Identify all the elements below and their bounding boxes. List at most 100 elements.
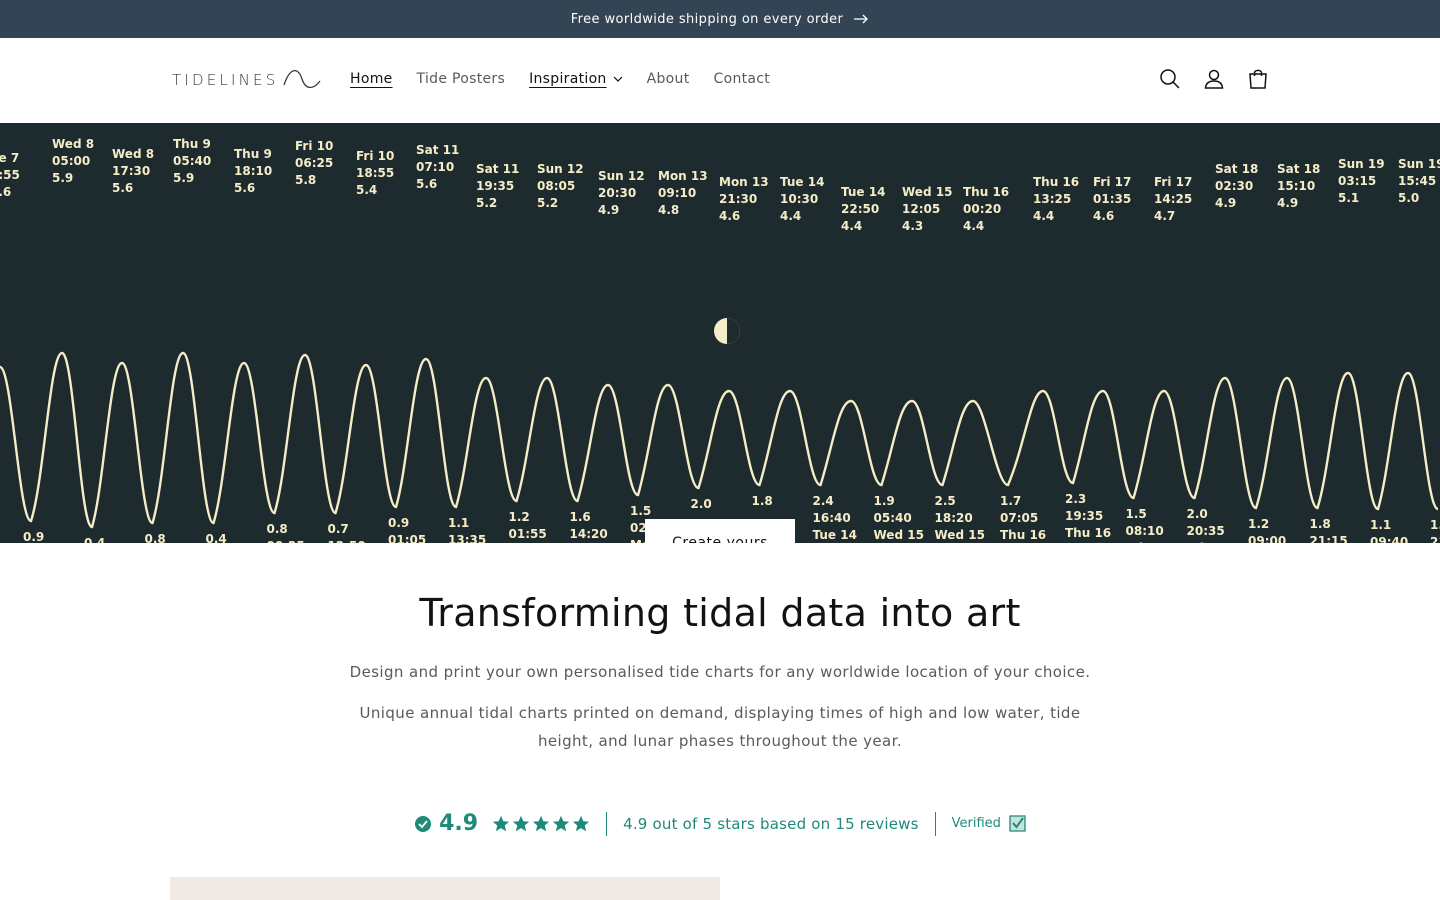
nav-home[interactable]: Home [350,71,393,87]
chevron-down-icon [613,76,623,82]
nav-about[interactable]: About [647,71,690,87]
cart-button[interactable] [1246,67,1270,91]
nav-contact[interactable]: Contact [714,71,771,87]
high-tide-height-label: 5.0 [1398,191,1419,205]
high-tide-height-label: 4.9 [598,203,619,217]
verified-badge-icon [1009,815,1026,832]
star-icon [572,815,590,831]
high-tide-time-label: 09:10 [658,186,696,200]
intro-paragraph-2: Unique annual tidal charts printed on de… [359,704,1081,750]
high-tide-height-label: 5.8 [295,173,316,187]
create-yours-button[interactable]: Create yours [645,519,795,543]
tide-chart: ue 7 5:55 5.6 Wed 8 05:00 5.9 Wed 8 17:30 5.6 Thu… [0,123,1440,543]
wave-logo-icon [283,70,321,89]
low-tide-height-label: 0.9 [23,530,44,543]
high-tide-height-label: 5.9 [173,171,194,185]
low-tide-time-label: 05:40 [874,511,912,525]
high-tide-height-label: 4.4 [963,219,984,233]
nav-tide-posters[interactable]: Tide Posters [417,71,506,87]
nav-inspiration-label: Inspiration [529,71,607,87]
low-tide-height-label: 1.5 [1430,518,1440,532]
high-tide-time-label: 12:05 [902,202,940,216]
high-tide-time-label: 08:05 [537,179,575,193]
high-tide-time-label: 19:35 [476,179,514,193]
high-tide-day-label: Thu 16 [963,185,1009,199]
low-tide-time-label: 01:55 [509,527,547,541]
high-tide-height-label: 4.7 [1154,209,1175,223]
high-tide-height-label: 4.6 [1093,209,1114,223]
low-tide-height-label: 0.4 [84,536,105,543]
announcement-bar[interactable]: Free worldwide shipping on every order [0,0,1440,38]
account-button[interactable] [1202,67,1226,91]
star-icon [512,815,530,831]
high-tide-time-label: 01:35 [1093,192,1131,206]
low-tide-height-label: 1.7 [1000,494,1021,508]
low-tide-height-label: 1.2 [1248,517,1269,531]
nav-inspiration[interactable]: Inspiration [529,71,623,87]
high-tide-time-label: 06:25 [295,156,333,170]
high-tide-height-label: 5.4 [356,183,377,197]
announcement-text[interactable]: Free worldwide shipping on every order [571,12,844,27]
high-tide-time-label: 22:50 [841,202,879,216]
high-tide-height-label: 5.6 [234,181,255,195]
high-tide-day-label: Thu 9 [234,147,272,161]
high-tide-day-label: ue 7 [0,151,19,165]
product-image-placeholder [170,877,720,900]
high-tide-time-label: 02:30 [1215,179,1253,193]
high-tide-height-label: 4.4 [780,209,801,223]
high-tide-time-label: 18:10 [234,164,272,178]
high-tide-height-label: 5.9 [52,171,73,185]
high-tide-height-label: 5.6 [112,181,133,195]
high-tide-time-label: 15:45 [1398,174,1436,188]
high-tide-height-label: 4.9 [1277,196,1298,210]
low-tide-time-label: 01:05 [388,533,426,543]
divider [934,811,936,836]
high-tide-time-label: 13:25 [1033,192,1071,206]
star-rating [492,815,590,833]
low-tide-height-label: 0.8 [145,532,166,543]
header-icons [1158,67,1270,91]
high-tide-height-label: 5.6 [416,177,437,191]
low-tide-height-label: 2.0 [1187,507,1208,521]
high-tide-height-label: 5.2 [537,196,558,210]
high-tide-day-label: Sun 19 [1338,157,1385,171]
low-tide-time-label: 09:00 [1248,534,1286,543]
low-tide-time-label: 09:40 [1370,535,1408,543]
search-button[interactable] [1158,67,1182,91]
low-tide-height-label: 1.9 [874,494,895,508]
high-tide-time-label: 10:30 [780,192,818,206]
low-tide-height-label: 2.0 [691,497,712,511]
site-header: TIDELINES Home Tide Posters Inspiration … [0,38,1440,123]
star-icon [552,815,570,831]
high-tide-day-label: Sat 11 [416,143,459,157]
low-tide-time-label: 14:20 [570,527,608,541]
high-tide-time-label: 00:20 [963,202,1001,216]
verified-label: Verified [951,816,1001,831]
high-tide-day-label: Sat 18 [1277,162,1320,176]
low-tide-height-label: 1.5 [1126,507,1147,521]
low-tide-time-label: 21 [1430,535,1440,543]
moon-phase-icon [714,318,740,344]
cart-icon [1249,69,1267,89]
low-tide-height-label: 1.2 [509,510,530,524]
intro-section: Transforming tidal data into art Design … [0,543,1440,755]
high-tide-day-label: Thu 9 [173,137,211,151]
low-tide-time-label: 16:40 [813,511,851,525]
low-tide-height-label: 2.4 [813,494,834,508]
high-tide-day-label: Fri 10 [295,139,333,153]
logo[interactable]: TIDELINES [172,69,322,91]
logo-text: TIDELINES [172,71,279,89]
high-tide-time-label: 03:15 [1338,174,1376,188]
hero-banner: ue 7 5:55 5.6 Wed 8 05:00 5.9 Wed 8 17:30 5.6 Thu… [0,123,1440,543]
reviews-widget[interactable]: 4.9 4.9 out of 5 stars based on 15 revie… [0,811,1440,836]
high-tide-height-label: 5.2 [476,196,497,210]
account-icon [1204,69,1224,89]
low-tide-day-label: Tue 14 [813,528,857,542]
high-tide-height-label: 5.1 [1338,191,1359,205]
low-tide-day-label: Wed 15 [874,528,924,542]
high-tide-time-label: 17:30 [112,164,150,178]
high-tide-time-label: 20:30 [598,186,636,200]
high-tide-time-label: 07:10 [416,160,454,174]
review-summary[interactable]: 4.9 out of 5 stars based on 15 reviews [623,815,919,833]
high-tide-time-label: 18:55 [356,166,394,180]
